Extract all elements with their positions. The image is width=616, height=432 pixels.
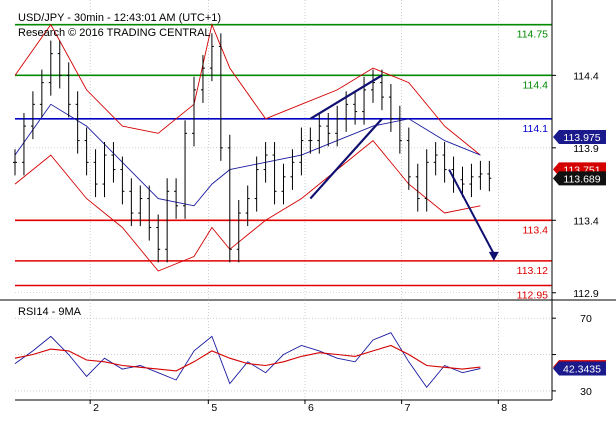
rsi-axis: 703043.104142.3435	[552, 313, 606, 398]
chart-canvas: 114.75 114.4 114.1 113.4 113.12 112.9 5 114.4 1…	[0, 0, 616, 414]
price-ytick-label-0: 114.4	[573, 70, 599, 82]
price-axis: 114.4113.9113.4112.9113.975113.751113.68…	[552, 70, 606, 300]
rsi-lines	[14, 332, 481, 389]
chart-subtitle: Research © 2016 TRADING CENTRAL	[18, 27, 211, 39]
x-tick-label-2: 6	[308, 402, 314, 414]
x-axis: 2 5 6 7 8	[89, 400, 507, 414]
rsi-marker-label-42.3435: 42.3435	[563, 363, 601, 375]
rsi-series-rsi	[14, 332, 481, 389]
chart-title: USD/JPY - 30min - 12:43:01 AM (UTC+1)	[18, 12, 221, 24]
level-label-114.4: 114.4	[523, 79, 549, 91]
price-marker-label-113.975: 113.975	[563, 132, 600, 144]
price-ytick-label-1: 113.9	[573, 143, 599, 155]
level-label-113.4: 113.4	[523, 224, 549, 236]
rsi-series-ma	[14, 344, 481, 372]
level-label-113.12: 113.12	[517, 265, 548, 277]
x-tick-label-4: 8	[501, 402, 507, 414]
x-tick-label-3: 7	[405, 402, 411, 414]
price-marker-label-113.689: 113.689	[563, 173, 600, 185]
x-tick-label-0: 2	[93, 402, 99, 414]
price-ytick-label-3: 112.9	[573, 288, 599, 300]
price-ytick-label-2: 113.4	[573, 215, 599, 227]
rsi-title: RSI14 - 9MA	[18, 306, 82, 318]
rsi-ytick-label-0: 70	[580, 313, 592, 325]
x-tick-label-1: 5	[211, 402, 217, 414]
level-label-114.1: 114.1	[523, 123, 549, 135]
level-label-114.75: 114.75	[517, 29, 548, 41]
rsi-ytick-label-2: 30	[580, 386, 592, 398]
rsi-grid	[15, 300, 552, 400]
